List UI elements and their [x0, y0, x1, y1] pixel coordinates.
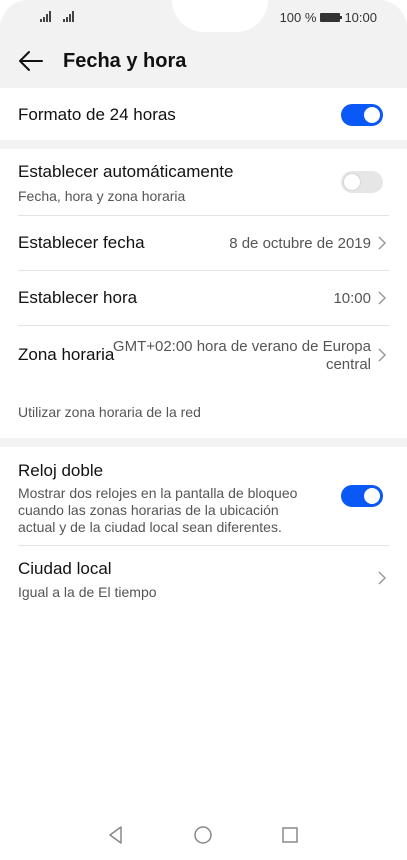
- timezone-value-line2: central: [325, 356, 371, 373]
- timezone-row[interactable]: Zona horaria GMT+02:00 hora de verano de…: [0, 326, 407, 386]
- set-time-label: Establecer hora: [18, 288, 138, 307]
- home-city-label: Ciudad local: [18, 559, 112, 578]
- dual-clock-desc-line1: Mostrar dos relojes en la pantalla de bl…: [18, 485, 298, 501]
- dual-clock-description: Mostrar dos relojes en la pantalla de bl…: [18, 485, 297, 536]
- toggle-knob: [364, 107, 380, 123]
- auto-set-row[interactable]: Establecer automáticamente Fecha, hora y…: [0, 149, 407, 215]
- toggle-knob: [364, 488, 380, 504]
- chevron-right-icon: [378, 571, 387, 585]
- home-city-sublabel: Igual a la de El tiempo: [18, 584, 157, 600]
- dual-clock-label: Reloj doble: [18, 461, 104, 480]
- auto-set-toggle[interactable]: [341, 171, 383, 193]
- dual-clock-desc-line2: cuando las zonas horarias de la ubicació…: [18, 502, 279, 518]
- navigation-bar: [0, 810, 407, 860]
- format-24h-label: Formato de 24 horas: [18, 105, 176, 124]
- back-triangle-icon[interactable]: [105, 824, 127, 846]
- set-date-label: Establecer fecha: [18, 233, 145, 252]
- status-right: 100 % 10:00: [280, 10, 377, 25]
- status-time: 10:00: [344, 10, 377, 25]
- network-timezone-note: Utilizar zona horaria de la red: [18, 404, 201, 420]
- battery-icon: [320, 13, 343, 22]
- recents-square-icon[interactable]: [279, 824, 301, 846]
- section-separator: [0, 140, 407, 149]
- dual-clock-row[interactable]: Reloj doble Mostrar dos relojes en la pa…: [0, 447, 407, 545]
- auto-set-label: Establecer automáticamente: [18, 162, 234, 181]
- set-time-value: 10:00: [333, 290, 371, 307]
- section-separator: [0, 438, 407, 447]
- signal-icon-2: [63, 10, 74, 22]
- toggle-knob: [344, 174, 360, 190]
- chevron-right-icon: [378, 348, 387, 362]
- set-date-row[interactable]: Establecer fecha 8 de octubre de 2019: [0, 216, 407, 270]
- home-circle-icon[interactable]: [192, 824, 214, 846]
- dual-clock-toggle[interactable]: [341, 485, 383, 507]
- timezone-label: Zona horaria: [18, 345, 115, 364]
- timezone-value: GMT+02:00 hora de verano de Europa centr…: [113, 338, 371, 374]
- back-arrow-icon[interactable]: [18, 48, 44, 74]
- signal-icon: [40, 10, 51, 22]
- camera-notch: [172, 0, 268, 32]
- auto-set-sublabel: Fecha, hora y zona horaria: [18, 188, 186, 204]
- battery-percent: 100 %: [279, 10, 317, 25]
- dual-clock-desc-line3: actual y de la ciudad local sean diferen…: [18, 519, 282, 535]
- set-date-value: 8 de octubre de 2019: [229, 235, 371, 252]
- set-time-row[interactable]: Establecer hora 10:00: [0, 271, 407, 325]
- timezone-value-line1: GMT+02:00 hora de verano de Europa: [112, 338, 371, 355]
- home-city-row[interactable]: Ciudad local Igual a la de El tiempo: [0, 546, 407, 610]
- chevron-right-icon: [378, 236, 387, 250]
- status-bar: 100 % 10:00: [0, 0, 407, 34]
- format-24h-toggle[interactable]: [341, 104, 383, 126]
- chevron-right-icon: [378, 291, 387, 305]
- format-24h-row[interactable]: Formato de 24 horas: [0, 88, 407, 140]
- page-title: Fecha y hora: [63, 50, 187, 72]
- app-header: Fecha y hora: [0, 36, 407, 88]
